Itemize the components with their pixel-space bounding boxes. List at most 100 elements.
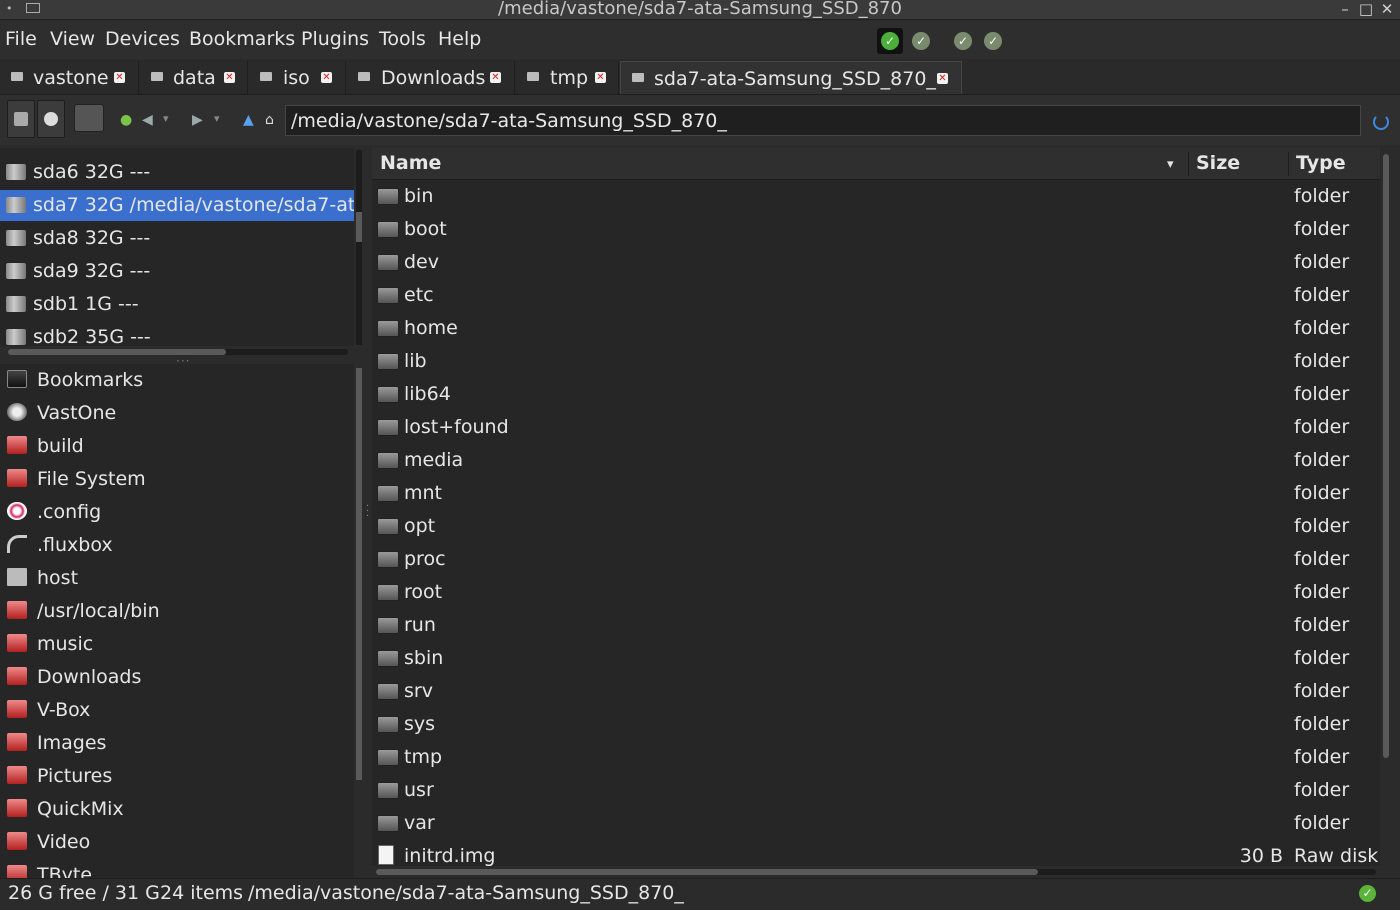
- tab-close-icon[interactable]: ✕: [224, 72, 235, 83]
- back-arrow-icon[interactable]: ◀: [142, 112, 153, 128]
- file-list-vertical-scrollbar[interactable]: [1383, 154, 1389, 758]
- file-row[interactable]: opt folder: [372, 510, 1380, 543]
- file-name: srv: [404, 680, 433, 702]
- tab-data[interactable]: data ✕: [140, 61, 248, 94]
- bookmark-item[interactable]: Video: [0, 826, 354, 859]
- bookmark-item[interactable]: .fluxbox: [0, 529, 354, 562]
- sort-chevron-down-icon[interactable]: ▾: [1167, 157, 1174, 172]
- file-row[interactable]: lib folder: [372, 345, 1380, 378]
- new-tab-button[interactable]: [74, 104, 104, 132]
- maximize-icon[interactable]: □: [1357, 0, 1375, 18]
- tab-iso[interactable]: iso ✕: [249, 61, 346, 94]
- tab-downloads[interactable]: Downloads ✕: [347, 61, 515, 94]
- tab-close-icon[interactable]: ✕: [595, 72, 606, 83]
- column-header-name[interactable]: Name: [380, 152, 441, 174]
- scrollbar-thumb[interactable]: [8, 349, 226, 355]
- tab-sda7[interactable]: sda7-ata-Samsung_SSD_870_ ✕: [620, 61, 962, 94]
- tab-close-icon[interactable]: ✕: [490, 72, 501, 83]
- new-folder-icon[interactable]: ●: [120, 112, 132, 128]
- bookmark-item[interactable]: QuickMix: [0, 793, 354, 826]
- folder-icon: [377, 815, 399, 832]
- file-row[interactable]: root folder: [372, 576, 1380, 609]
- close-icon[interactable]: ✕: [1378, 0, 1396, 18]
- file-row[interactable]: media folder: [372, 444, 1380, 477]
- column-separator[interactable]: [1288, 152, 1289, 176]
- file-row[interactable]: var folder: [372, 807, 1380, 840]
- file-row[interactable]: sys folder: [372, 708, 1380, 741]
- file-row[interactable]: usr folder: [372, 774, 1380, 807]
- tab-vastone[interactable]: vastone ✕: [0, 61, 139, 94]
- file-row[interactable]: mnt folder: [372, 477, 1380, 510]
- tab-tmp[interactable]: tmp ✕: [516, 61, 619, 94]
- device-item-sda9[interactable]: sda9 32G ---: [0, 256, 354, 287]
- refresh-button[interactable]: [37, 100, 65, 138]
- device-item-sdb2[interactable]: sdb2 35G ---: [0, 322, 354, 346]
- column-header-size[interactable]: Size: [1196, 152, 1240, 174]
- file-row[interactable]: sbin folder: [372, 642, 1380, 675]
- home-icon[interactable]: ⌂: [265, 112, 274, 128]
- menu-tools[interactable]: Tools: [379, 28, 426, 50]
- path-input[interactable]: [285, 105, 1361, 136]
- bookmark-item[interactable]: Bookmarks: [0, 364, 354, 397]
- plugin-check-button-2[interactable]: ✓: [908, 28, 934, 54]
- file-row[interactable]: boot folder: [372, 213, 1380, 246]
- file-row[interactable]: srv folder: [372, 675, 1380, 708]
- tab-close-icon[interactable]: ✕: [114, 72, 125, 83]
- tab-close-icon[interactable]: ✕: [937, 73, 948, 84]
- forward-arrow-icon[interactable]: ▶: [192, 112, 203, 128]
- device-list-vertical-scrollbar[interactable]: [356, 150, 362, 345]
- bookmark-item[interactable]: TByte: [0, 859, 354, 880]
- folder-icon: [377, 254, 399, 271]
- file-row[interactable]: home folder: [372, 312, 1380, 345]
- plugin-check-button-3[interactable]: ✓: [950, 28, 976, 54]
- minimize-icon[interactable]: –: [1336, 0, 1354, 18]
- bookmark-item[interactable]: music: [0, 628, 354, 661]
- column-separator[interactable]: [1188, 152, 1189, 176]
- bookmark-item[interactable]: Images: [0, 727, 354, 760]
- up-arrow-icon[interactable]: ▲: [243, 112, 254, 128]
- bookmark-item[interactable]: host: [0, 562, 354, 595]
- bookmark-item[interactable]: VastOne: [0, 397, 354, 430]
- file-row[interactable]: bin folder: [372, 180, 1380, 213]
- device-item-sda6[interactable]: sda6 32G ---: [0, 157, 354, 188]
- file-row[interactable]: proc folder: [372, 543, 1380, 576]
- scrollbar-thumb[interactable]: [356, 212, 362, 242]
- file-row[interactable]: etc folder: [372, 279, 1380, 312]
- menu-file[interactable]: File: [5, 28, 37, 50]
- file-row[interactable]: initrd.img 30 B Raw disk: [372, 840, 1380, 866]
- tab-label: data: [173, 67, 216, 89]
- bookmark-item[interactable]: Pictures: [0, 760, 354, 793]
- menu-view[interactable]: View: [50, 28, 95, 50]
- bookmark-item[interactable]: build: [0, 430, 354, 463]
- file-row[interactable]: run folder: [372, 609, 1380, 642]
- menu-plugins[interactable]: Plugins: [301, 28, 369, 50]
- file-row[interactable]: lib64 folder: [372, 378, 1380, 411]
- menu-devices[interactable]: Devices: [105, 28, 180, 50]
- scrollbar-thumb[interactable]: [356, 368, 362, 780]
- bookmark-item[interactable]: .config: [0, 496, 354, 529]
- plugin-check-button-4[interactable]: ✓: [980, 28, 1006, 54]
- file-list-horizontal-scrollbar[interactable]: [376, 869, 1376, 875]
- forward-chevron-down-icon[interactable]: ▾: [214, 112, 220, 125]
- tab-close-icon[interactable]: ✕: [321, 72, 332, 83]
- menu-help[interactable]: Help: [438, 28, 481, 50]
- scrollbar-thumb[interactable]: [376, 869, 1038, 875]
- device-button[interactable]: [7, 100, 35, 138]
- bookmark-item[interactable]: /usr/local/bin: [0, 595, 354, 628]
- menu-bookmarks[interactable]: Bookmarks: [189, 28, 295, 50]
- file-row[interactable]: lost+found folder: [372, 411, 1380, 444]
- device-item-sda7[interactable]: sda7 32G /media/vastone/sda7-ata-Samsung…: [0, 190, 354, 221]
- folder-icon: [377, 419, 399, 436]
- device-item-sdb1[interactable]: sdb1 1G ---: [0, 289, 354, 320]
- column-header-type[interactable]: Type: [1296, 152, 1346, 174]
- bookmark-list-vertical-scrollbar[interactable]: [356, 368, 362, 780]
- device-item-sda8[interactable]: sda8 32G ---: [0, 223, 354, 254]
- bookmark-item[interactable]: File System: [0, 463, 354, 496]
- file-row[interactable]: dev folder: [372, 246, 1380, 279]
- sidebar-splitter-handle[interactable]: · · ·: [366, 502, 369, 522]
- bookmark-item[interactable]: Downloads: [0, 661, 354, 694]
- back-chevron-down-icon[interactable]: ▾: [163, 112, 169, 125]
- file-row[interactable]: tmp folder: [372, 741, 1380, 774]
- plugin-check-button-1[interactable]: ✓: [877, 28, 903, 54]
- bookmark-item[interactable]: V-Box: [0, 694, 354, 727]
